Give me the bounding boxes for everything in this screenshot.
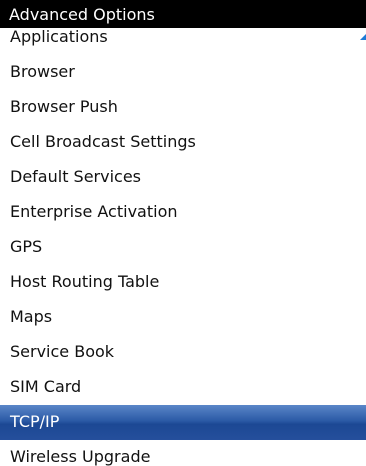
- scroll-up-icon: [360, 34, 366, 40]
- list-item-label: GPS: [10, 237, 43, 256]
- list-item-enterprise-activation[interactable]: Enterprise Activation: [0, 195, 366, 230]
- list-item-host-routing-table[interactable]: Host Routing Table: [0, 265, 366, 300]
- list-item-label: Browser: [10, 62, 75, 81]
- list-item-maps[interactable]: Maps: [0, 300, 366, 335]
- list-item-browser-push[interactable]: Browser Push: [0, 90, 366, 125]
- list-item-label: Cell Broadcast Settings: [10, 132, 196, 151]
- list-item-label: Enterprise Activation: [10, 202, 178, 221]
- list-item-label: Browser Push: [10, 97, 118, 116]
- list-item-browser[interactable]: Browser: [0, 55, 366, 90]
- list-item-tcp-ip[interactable]: TCP/IP: [0, 405, 366, 440]
- list-item-label: Service Book: [10, 342, 115, 361]
- list-item-label: Wireless Upgrade: [10, 447, 151, 466]
- list-item-label: SIM Card: [10, 377, 82, 396]
- options-list[interactable]: Applications Browser Browser Push Cell B…: [0, 20, 366, 466]
- list-item-label: TCP/IP: [10, 412, 60, 431]
- list-item-default-services[interactable]: Default Services: [0, 160, 366, 195]
- list-item-service-book[interactable]: Service Book: [0, 335, 366, 370]
- list-item-gps[interactable]: GPS: [0, 230, 366, 265]
- list-item-label: Default Services: [10, 167, 142, 186]
- list-item-label: Host Routing Table: [10, 272, 160, 291]
- title-bar: Advanced Options: [0, 0, 366, 28]
- list-item-wireless-upgrade[interactable]: Wireless Upgrade: [0, 440, 366, 466]
- list-item-sim-card[interactable]: SIM Card: [0, 370, 366, 405]
- list-item-cell-broadcast-settings[interactable]: Cell Broadcast Settings: [0, 125, 366, 160]
- list-item-label: Applications: [10, 27, 108, 46]
- list-item-label: Maps: [10, 307, 53, 326]
- screen-title: Advanced Options: [9, 5, 155, 24]
